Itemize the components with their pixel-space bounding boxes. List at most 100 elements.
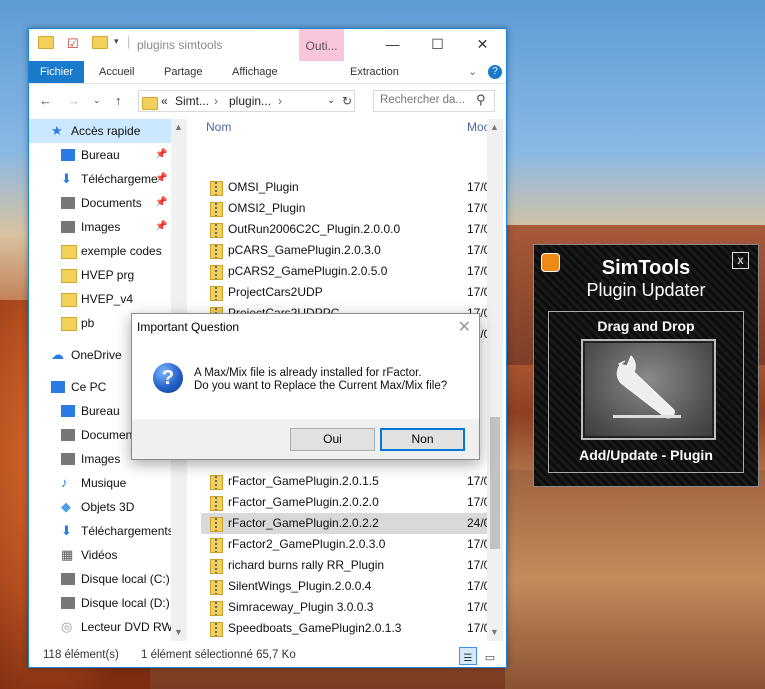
up-arrow-icon[interactable]: ↑ xyxy=(115,93,122,108)
sidebar-item-label: Accès rapide xyxy=(71,124,141,138)
scroll-thumb[interactable] xyxy=(490,417,500,549)
sidebar-item[interactable]: HVEP prg xyxy=(29,263,184,287)
large-icons-view-icon[interactable]: ▭ xyxy=(482,647,498,664)
minimize-button[interactable]: — xyxy=(370,29,415,59)
sidebar-item-label: Ce PC xyxy=(71,380,107,394)
address-overflow[interactable]: « xyxy=(161,94,168,108)
address-bar[interactable]: « Simt... › plugin... › ⌄ ↻ xyxy=(138,90,355,112)
back-arrow-icon[interactable]: ← xyxy=(39,93,52,108)
forward-arrow-icon[interactable]: → xyxy=(67,93,80,108)
images-icon xyxy=(61,453,75,465)
file-row[interactable]: rFactor_GamePlugin.2.0.2.0 17/0 xyxy=(201,492,491,513)
scroll-up-icon[interactable]: ▲ xyxy=(174,122,183,132)
sidebar-item[interactable]: ◎ Lecteur DVD RW xyxy=(29,615,184,639)
zip-archive-icon xyxy=(210,223,223,238)
sidebar-item-label: OneDrive xyxy=(71,348,122,362)
folder-icon xyxy=(61,269,77,283)
sidebar-item[interactable]: Images 📌 xyxy=(29,215,184,239)
breadcrumb-simtools[interactable]: Simt... xyxy=(175,94,209,108)
file-row[interactable]: pCARS_GamePlugin.2.0.3.0 17/0 xyxy=(201,240,491,261)
zip-archive-icon xyxy=(210,538,223,553)
file-row[interactable]: OutRun2006C2C_Plugin.2.0.0.0 17/0 xyxy=(201,219,491,240)
properties-icon[interactable]: ☑ xyxy=(67,36,83,52)
sidebar-item[interactable]: ◆ Objets 3D xyxy=(29,495,184,519)
drag-and-drop-label: Drag and Drop xyxy=(597,318,695,334)
pin-icon[interactable]: 📌 xyxy=(155,143,167,167)
close-button[interactable]: ✕ xyxy=(460,29,505,59)
sidebar-item[interactable]: Documents 📌 xyxy=(29,191,184,215)
zip-archive-icon xyxy=(210,475,223,490)
add-update-plugin-button[interactable] xyxy=(581,339,716,440)
file-row[interactable]: Speedboats_GamePlugin2.0.1.3 17/0 xyxy=(201,618,491,639)
file-row[interactable]: OMSI2_Plugin 17/0 xyxy=(201,198,491,219)
music-icon: ♪ xyxy=(61,475,68,490)
file-name: OMSI_Plugin xyxy=(228,180,299,194)
recent-dropdown-icon[interactable]: ⌄ xyxy=(93,95,101,106)
ribbon-expand-icon[interactable]: ⌄ xyxy=(468,61,477,83)
maximize-button[interactable]: ☐ xyxy=(415,29,460,59)
file-row[interactable]: rFactor_GamePlugin.2.0.2.2 24/0 xyxy=(201,513,491,534)
sidebar-item[interactable]: ⬇ Téléchargeme 📌 xyxy=(29,167,184,191)
file-name: rFactor_GamePlugin.2.0.2.2 xyxy=(228,516,379,530)
simtools-plugin-updater-window: x SimTools Plugin Updater Drag and Drop … xyxy=(533,244,759,487)
file-name: OutRun2006C2C_Plugin.2.0.0.0 xyxy=(228,222,401,236)
file-row[interactable]: Simraceway_Plugin 3.0.0.3 17/0 xyxy=(201,597,491,618)
sidebar-item-label: Images xyxy=(81,220,121,234)
file-row[interactable]: rFactor2_GamePlugin.2.0.3.0 17/0 xyxy=(201,534,491,555)
dialog-close-icon[interactable]: ✕ xyxy=(458,317,471,337)
sidebar-item[interactable]: HVEP_v4 xyxy=(29,287,184,311)
context-tab-tools[interactable]: Outi... xyxy=(299,29,344,61)
file-row[interactable]: ProjectCars2UDP 17/0 xyxy=(201,282,491,303)
help-icon[interactable]: ? xyxy=(488,65,502,79)
sidebar-item[interactable]: ⬇ Téléchargements xyxy=(29,519,184,543)
details-view-icon[interactable]: ☰ xyxy=(459,647,477,665)
file-row[interactable]: rFactor_GamePlugin.2.0.1.5 17/0 xyxy=(201,471,491,492)
file-name: ProjectCars2UDP xyxy=(228,285,323,299)
tab-partage[interactable]: Partage xyxy=(164,61,203,83)
dvd-icon: ◎ xyxy=(61,619,73,634)
simtools-brand: SimTools xyxy=(601,257,691,279)
scroll-down-icon[interactable]: ▼ xyxy=(174,627,183,637)
important-question-dialog: Important Question ✕ ? A Max/Mix file is… xyxy=(131,313,480,460)
drop-zone[interactable]: Drag and Drop Add/Update - Plugin xyxy=(548,311,744,473)
sidebar-item-label: exemple codes xyxy=(81,244,162,258)
file-name: Simraceway_Plugin 3.0.0.3 xyxy=(228,600,374,614)
file-row[interactable]: pCARS2_GamePlugin.2.0.5.0 17/0 xyxy=(201,261,491,282)
zip-archive-icon xyxy=(210,517,223,532)
zip-archive-icon xyxy=(210,622,223,637)
sidebar-item[interactable]: ♪ Musique xyxy=(29,471,184,495)
tab-fichier[interactable]: Fichier xyxy=(29,61,84,83)
file-row[interactable]: OMSI_Plugin 17/0 xyxy=(201,177,491,198)
documents-icon xyxy=(61,197,75,209)
yes-button[interactable]: Oui xyxy=(290,428,375,451)
sidebar-item[interactable]: ★ Accès rapide xyxy=(29,119,184,143)
sidebar-item[interactable]: Disque local (C:) xyxy=(29,567,184,591)
new-folder-icon[interactable] xyxy=(92,36,108,52)
download-icon: ⬇ xyxy=(61,523,72,538)
tab-accueil[interactable]: Accueil xyxy=(99,61,134,83)
file-row[interactable]: richard burns rally RR_Plugin 17/0 xyxy=(201,555,491,576)
sidebar-item[interactable]: Disque local (D:) xyxy=(29,591,184,615)
pin-icon[interactable]: 📌 xyxy=(155,215,167,239)
scroll-down-icon[interactable]: ▼ xyxy=(490,627,499,637)
sidebar-item[interactable]: exemple codes xyxy=(29,239,184,263)
sidebar-item-label: Téléchargeme xyxy=(81,172,158,186)
breadcrumb-plugins[interactable]: plugin... xyxy=(229,94,271,108)
file-row[interactable]: SilentWings_Plugin.2.0.0.4 17/0 xyxy=(201,576,491,597)
address-dropdown-icon[interactable]: ⌄ xyxy=(327,95,335,106)
sidebar-item[interactable]: ▦ Vidéos xyxy=(29,543,184,567)
item-count: 118 élément(s) xyxy=(43,649,119,661)
pin-icon[interactable]: 📌 xyxy=(155,167,167,191)
tab-extraction[interactable]: Extraction xyxy=(350,61,399,83)
file-name: OMSI2_Plugin xyxy=(228,201,306,215)
refresh-icon[interactable]: ↻ xyxy=(342,94,352,108)
tab-affichage[interactable]: Affichage xyxy=(232,61,278,83)
sidebar-item[interactable]: Bureau 📌 xyxy=(29,143,184,167)
wrench-icon xyxy=(613,355,681,419)
filelist-scrollbar[interactable]: ▲ ▼ xyxy=(487,119,503,641)
search-box[interactable]: Rechercher da... ⚲ xyxy=(373,90,495,112)
scroll-up-icon[interactable]: ▲ xyxy=(490,122,499,132)
no-button[interactable]: Non xyxy=(380,428,465,451)
pin-icon[interactable]: 📌 xyxy=(155,191,167,215)
column-header-name[interactable]: Nom xyxy=(206,120,231,134)
